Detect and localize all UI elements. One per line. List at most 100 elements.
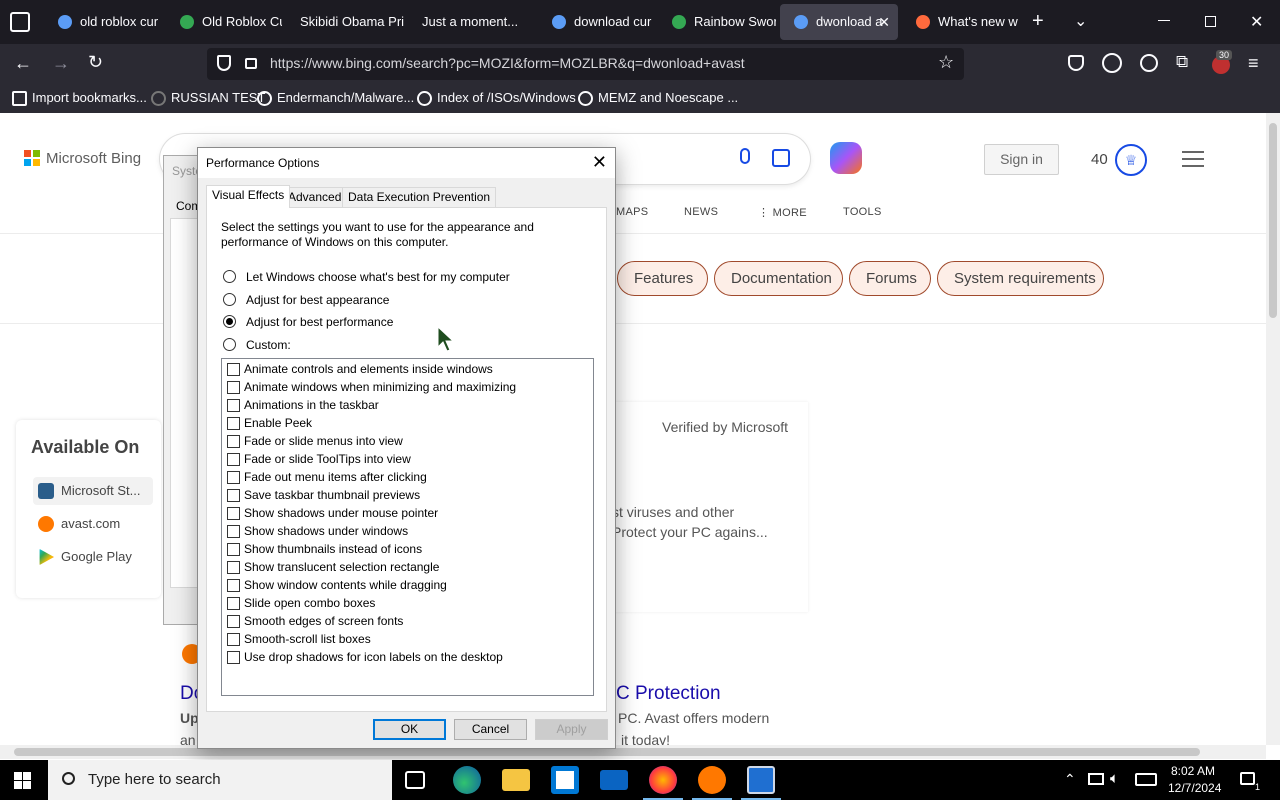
checkbox[interactable]	[227, 561, 240, 574]
effect-checkbox[interactable]: Smooth edges of screen fonts	[227, 614, 403, 630]
effect-checkbox[interactable]: Show shadows under windows	[227, 524, 408, 540]
effect-checkbox[interactable]: Smooth-scroll list boxes	[227, 632, 371, 648]
notification-icon[interactable]	[1240, 772, 1255, 785]
scope-more[interactable]: ⋮ MORE	[758, 206, 807, 219]
effect-checkbox[interactable]: Fade or slide menus into view	[227, 434, 403, 450]
chevron-down-icon[interactable]: ⌄	[1074, 11, 1087, 31]
bookmark-item[interactable]: RUSSIAN TEST	[151, 90, 265, 106]
checkbox[interactable]	[227, 633, 240, 646]
system-properties-icon[interactable]	[747, 766, 775, 794]
tray-chevron-icon[interactable]: ⌃	[1064, 771, 1076, 788]
menu-icon[interactable]: ≡	[1248, 53, 1259, 74]
available-avast[interactable]: avast.com	[33, 510, 153, 538]
bookmark-item[interactable]: Index of /ISOs/Windows	[417, 90, 576, 106]
tab-visual-effects[interactable]: Visual Effects	[206, 185, 291, 208]
keyboard-icon[interactable]	[1135, 773, 1157, 786]
pill-features[interactable]: Features	[617, 261, 708, 296]
available-google-play[interactable]: Google Play	[33, 543, 153, 571]
windows-start-icon[interactable]	[14, 772, 31, 789]
bookmark-star-icon[interactable]: ☆	[938, 52, 954, 73]
browser-tab[interactable]: Rainbow Swor	[658, 4, 776, 40]
browser-tab[interactable]: Just a moment...	[410, 4, 534, 40]
radio-button-selected[interactable]	[223, 315, 236, 328]
scrollbar-thumb[interactable]	[1269, 123, 1277, 318]
checkbox[interactable]	[227, 471, 240, 484]
effect-checkbox[interactable]: Show translucent selection rectangle	[227, 560, 439, 576]
file-explorer-icon[interactable]	[502, 769, 530, 791]
effect-checkbox[interactable]: Fade or slide ToolTips into view	[227, 452, 411, 468]
browser-tab[interactable]: old roblox cur	[44, 4, 162, 40]
effect-checkbox[interactable]: Enable Peek	[227, 416, 312, 432]
checkbox[interactable]	[227, 579, 240, 592]
shield-icon[interactable]	[217, 55, 231, 71]
clock-time[interactable]: 8:02 AM	[1171, 764, 1215, 778]
radio-button[interactable]	[223, 270, 236, 283]
checkbox[interactable]	[227, 525, 240, 538]
checkbox[interactable]	[227, 453, 240, 466]
checkbox[interactable]	[227, 543, 240, 556]
scrollbar-thumb[interactable]	[14, 748, 1200, 756]
taskbar-search-box[interactable]: Type here to search	[48, 760, 392, 800]
microsoft-store-icon[interactable]	[551, 766, 579, 794]
close-window-icon[interactable]: ✕	[1250, 12, 1263, 32]
rewards-points[interactable]: 40	[1091, 151, 1108, 168]
account-icon[interactable]	[1140, 54, 1158, 72]
address-bar[interactable]: https://www.bing.com/search?pc=MOZI&form…	[207, 48, 964, 80]
task-view-icon[interactable]	[405, 771, 425, 789]
checkbox[interactable]	[227, 597, 240, 610]
radio-best-appearance[interactable]: Adjust for best appearance	[223, 293, 389, 309]
close-icon[interactable]: ✕	[592, 152, 607, 172]
browser-tab[interactable]: Skibidi Obama Pri	[286, 4, 406, 40]
effect-checkbox[interactable]: Slide open combo boxes	[227, 596, 375, 612]
pill-forums[interactable]: Forums	[849, 261, 931, 296]
radio-best-performance[interactable]: Adjust for best performance	[223, 315, 393, 331]
bing-menu-icon[interactable]	[1182, 151, 1204, 167]
effect-checkbox[interactable]: Show thumbnails instead of icons	[227, 542, 422, 558]
effect-checkbox[interactable]: Save taskbar thumbnail previews	[227, 488, 420, 504]
ok-button[interactable]: OK	[373, 719, 446, 740]
checkbox[interactable]	[227, 615, 240, 628]
cancel-button[interactable]: Cancel	[454, 719, 527, 740]
scope-news[interactable]: NEWS	[684, 206, 718, 218]
checkbox[interactable]	[227, 651, 240, 664]
firefox-icon[interactable]	[649, 766, 677, 794]
radio-let-windows-choose[interactable]: Let Windows choose what's best for my co…	[223, 270, 510, 286]
vertical-scrollbar[interactable]	[1266, 113, 1280, 745]
visual-search-icon[interactable]	[772, 149, 790, 167]
bookmark-item[interactable]: Endermanch/Malware...	[257, 90, 414, 106]
scope-tools[interactable]: TOOLS	[843, 206, 882, 218]
result-title-right[interactable]: C Protection	[616, 683, 721, 705]
dialog-titlebar[interactable]: Performance Options ✕	[198, 148, 615, 178]
effect-checkbox[interactable]: Show shadows under mouse pointer	[227, 506, 438, 522]
effect-checkbox[interactable]: Use drop shadows for icon labels on the …	[227, 650, 503, 666]
browser-tab[interactable]: download cur	[538, 4, 654, 40]
close-tab-icon[interactable]: ✕	[878, 4, 890, 40]
effect-checkbox[interactable]: Animate controls and elements inside win…	[227, 362, 493, 378]
checkbox[interactable]	[227, 399, 240, 412]
available-microsoft-store[interactable]: Microsoft St...	[33, 477, 153, 505]
checkbox[interactable]	[227, 417, 240, 430]
bing-logo[interactable]: Microsoft Bing	[24, 150, 141, 167]
minimize-icon[interactable]	[1158, 20, 1170, 21]
browser-tab[interactable]: What's new w	[902, 4, 1020, 40]
browser-tab[interactable]: Old Roblox Cu	[166, 4, 282, 40]
effect-checkbox[interactable]: Animate windows when minimizing and maxi…	[227, 380, 516, 396]
effect-checkbox[interactable]: Fade out menu items after clicking	[227, 470, 427, 486]
checkbox[interactable]	[227, 363, 240, 376]
copilot-icon[interactable]	[830, 142, 862, 174]
restore-icon[interactable]	[1205, 16, 1216, 27]
radio-custom[interactable]: Custom:	[223, 338, 291, 354]
volume-icon[interactable]: 🔈︎	[1110, 770, 1119, 787]
bookmark-import[interactable]: Import bookmarks...	[12, 90, 147, 106]
rewards-trophy-icon[interactable]: ♕	[1115, 144, 1147, 176]
horizontal-scrollbar[interactable]	[0, 745, 1266, 759]
radio-button[interactable]	[223, 338, 236, 351]
extensions-icon[interactable]: ⧉	[1176, 52, 1188, 72]
edge-icon[interactable]	[453, 766, 481, 794]
avast-icon[interactable]	[698, 766, 726, 794]
pill-documentation[interactable]: Documentation	[714, 261, 843, 296]
clock-date[interactable]: 12/7/2024	[1168, 781, 1221, 795]
checkbox[interactable]	[227, 489, 240, 502]
network-icon[interactable]	[1088, 773, 1104, 785]
reload-icon[interactable]: ↻	[88, 52, 103, 73]
